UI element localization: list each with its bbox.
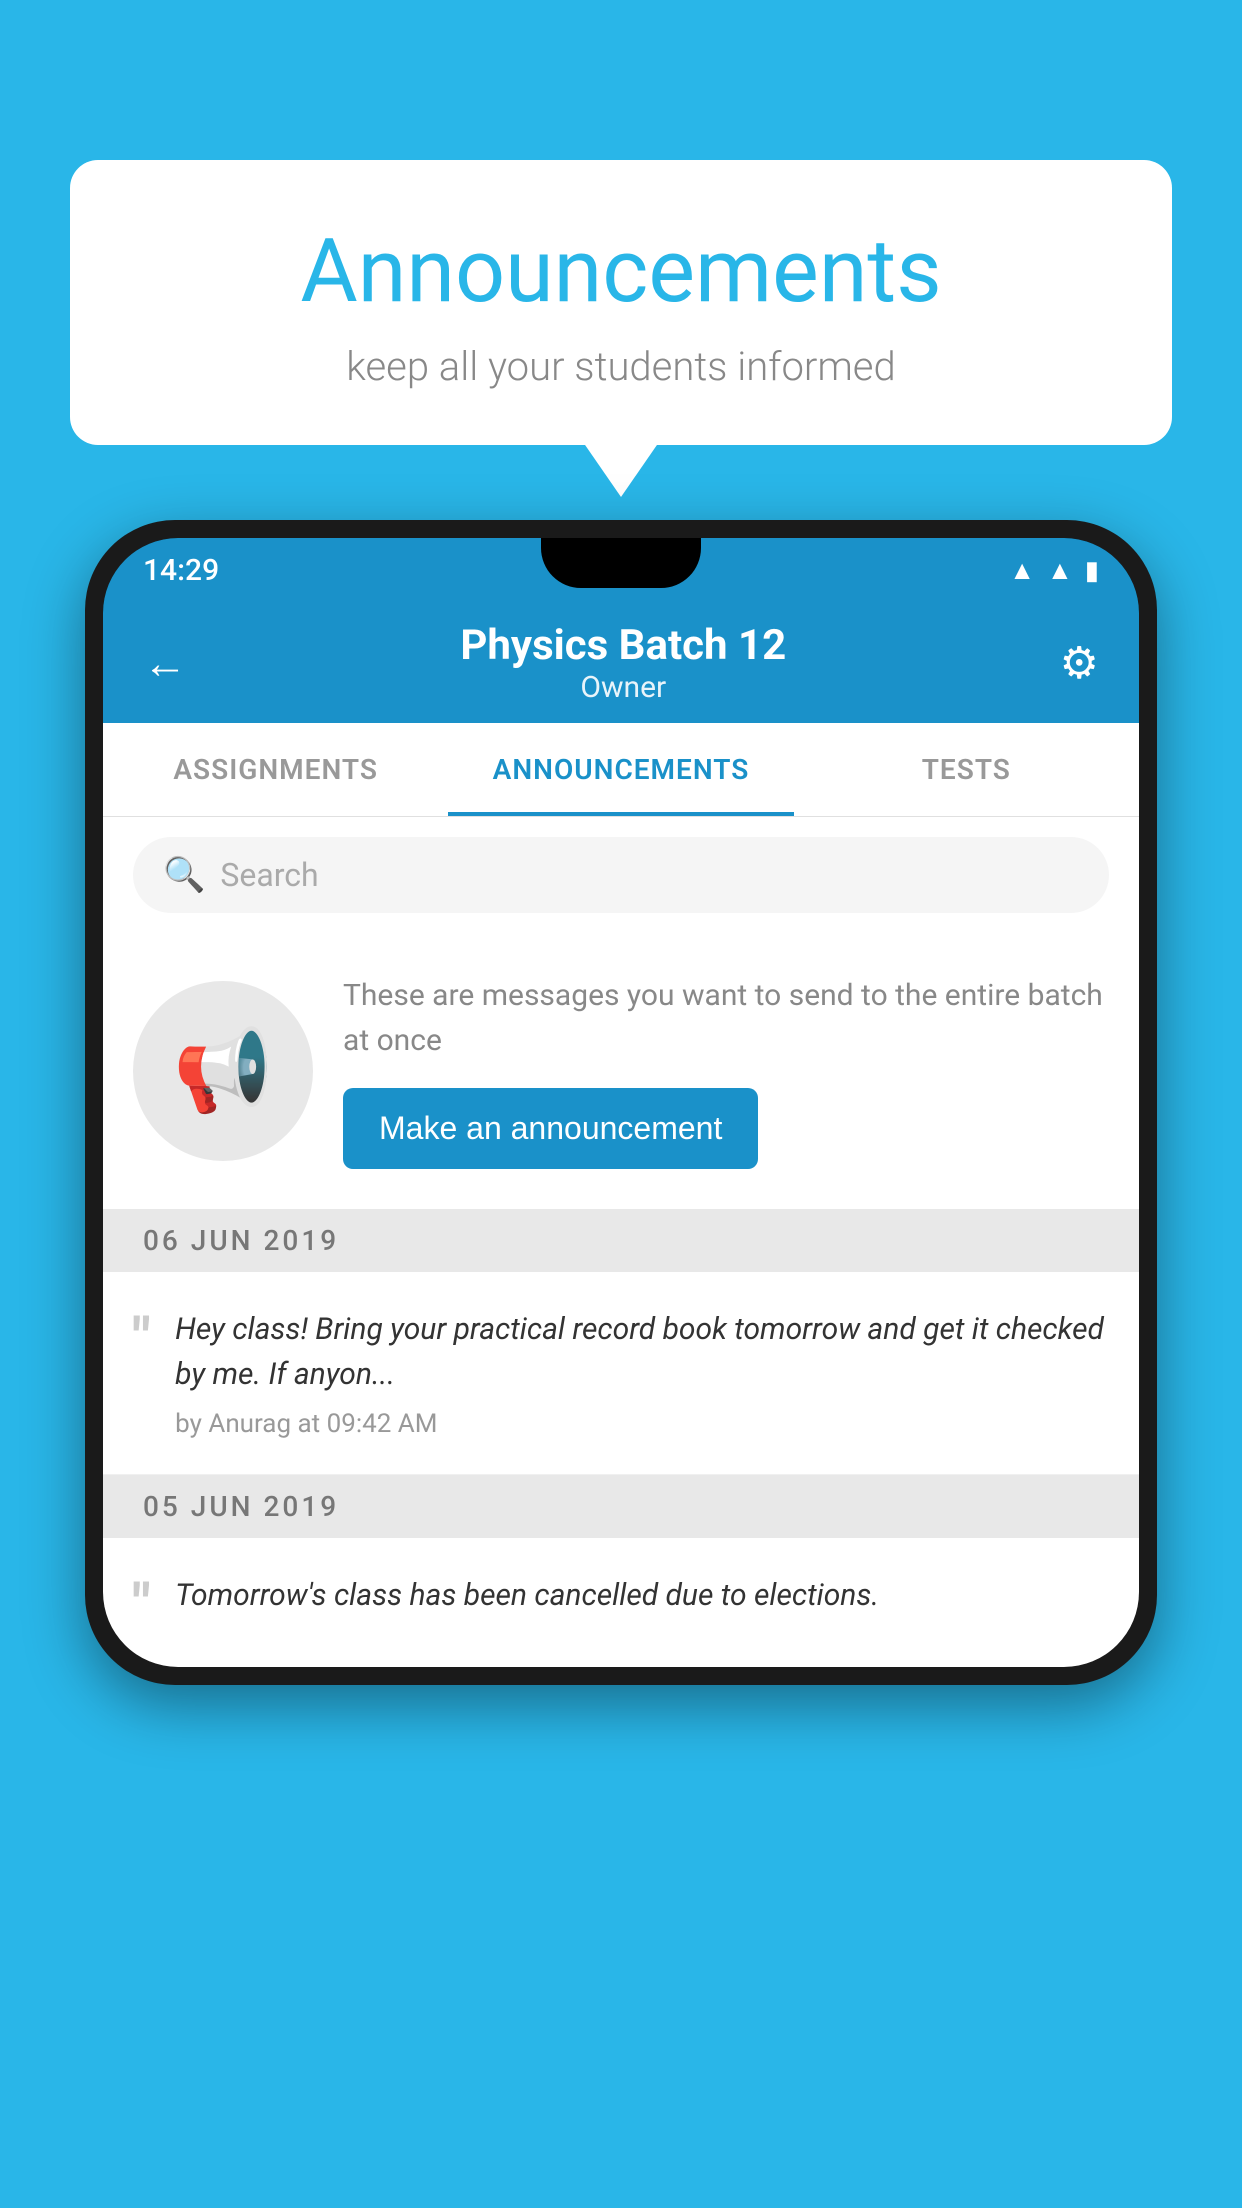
phone-inner: 14:29 ▲ ▲ ▮ ← Physics Batch 12 Owner ⚙ bbox=[103, 538, 1139, 1667]
tab-assignments[interactable]: ASSIGNMENTS bbox=[103, 723, 448, 816]
tab-announcements[interactable]: ANNOUNCEMENTS bbox=[448, 723, 793, 816]
announcement-item-1[interactable]: " Hey class! Bring your practical record… bbox=[103, 1272, 1139, 1475]
announcement-text-1: Hey class! Bring your practical record b… bbox=[175, 1307, 1109, 1397]
status-icons: ▲ ▲ ▮ bbox=[1009, 555, 1099, 586]
date-label-2: 05 JUN 2019 bbox=[143, 1490, 339, 1523]
status-time: 14:29 bbox=[143, 553, 219, 588]
notch bbox=[541, 538, 701, 588]
tab-tests[interactable]: TESTS bbox=[794, 723, 1139, 816]
speech-bubble-container: Announcements keep all your students inf… bbox=[70, 160, 1172, 445]
phone-mockup: 14:29 ▲ ▲ ▮ ← Physics Batch 12 Owner ⚙ bbox=[85, 520, 1157, 1685]
announcement-text-2: Tomorrow's class has been cancelled due … bbox=[175, 1573, 1109, 1618]
bubble-subtitle: keep all your students informed bbox=[120, 343, 1122, 390]
search-icon: 🔍 bbox=[163, 855, 205, 895]
app-header: ← Physics Batch 12 Owner ⚙ bbox=[103, 603, 1139, 723]
search-bar[interactable]: 🔍 Search bbox=[133, 837, 1109, 913]
phone-outer: 14:29 ▲ ▲ ▮ ← Physics Batch 12 Owner ⚙ bbox=[85, 520, 1157, 1685]
bubble-title: Announcements bbox=[120, 220, 1122, 323]
quote-icon-1: " bbox=[133, 1312, 150, 1366]
announcement-content-2: Tomorrow's class has been cancelled due … bbox=[175, 1573, 1109, 1630]
promo-description: These are messages you want to send to t… bbox=[343, 973, 1109, 1063]
header-title: Physics Batch 12 bbox=[460, 621, 786, 670]
promo-content: These are messages you want to send to t… bbox=[343, 973, 1109, 1169]
promo-section: 📢 These are messages you want to send to… bbox=[103, 933, 1139, 1209]
search-placeholder: Search bbox=[220, 856, 318, 894]
announcement-content-1: Hey class! Bring your practical record b… bbox=[175, 1307, 1109, 1439]
status-bar: 14:29 ▲ ▲ ▮ bbox=[103, 538, 1139, 603]
search-container: 🔍 Search bbox=[103, 817, 1139, 933]
make-announcement-button[interactable]: Make an announcement bbox=[343, 1088, 758, 1169]
date-label-1: 06 JUN 2019 bbox=[143, 1224, 339, 1257]
header-center: Physics Batch 12 Owner bbox=[460, 621, 786, 705]
megaphone-icon: 📢 bbox=[173, 1024, 273, 1118]
announcement-item-2[interactable]: " Tomorrow's class has been cancelled du… bbox=[103, 1538, 1139, 1667]
date-separator-1: 06 JUN 2019 bbox=[103, 1209, 1139, 1272]
quote-icon-2: " bbox=[133, 1578, 150, 1632]
battery-icon: ▮ bbox=[1085, 556, 1099, 586]
announcement-meta-1: by Anurag at 09:42 AM bbox=[175, 1409, 1109, 1439]
date-separator-2: 05 JUN 2019 bbox=[103, 1475, 1139, 1538]
wifi-icon: ▲ bbox=[1009, 555, 1035, 586]
signal-icon: ▲ bbox=[1047, 555, 1073, 586]
header-subtitle: Owner bbox=[460, 670, 786, 705]
back-button[interactable]: ← bbox=[143, 637, 187, 689]
speech-bubble: Announcements keep all your students inf… bbox=[70, 160, 1172, 445]
tabs-bar: ASSIGNMENTS ANNOUNCEMENTS TESTS bbox=[103, 723, 1139, 817]
gear-icon[interactable]: ⚙ bbox=[1060, 637, 1099, 689]
promo-icon-circle: 📢 bbox=[133, 981, 313, 1161]
